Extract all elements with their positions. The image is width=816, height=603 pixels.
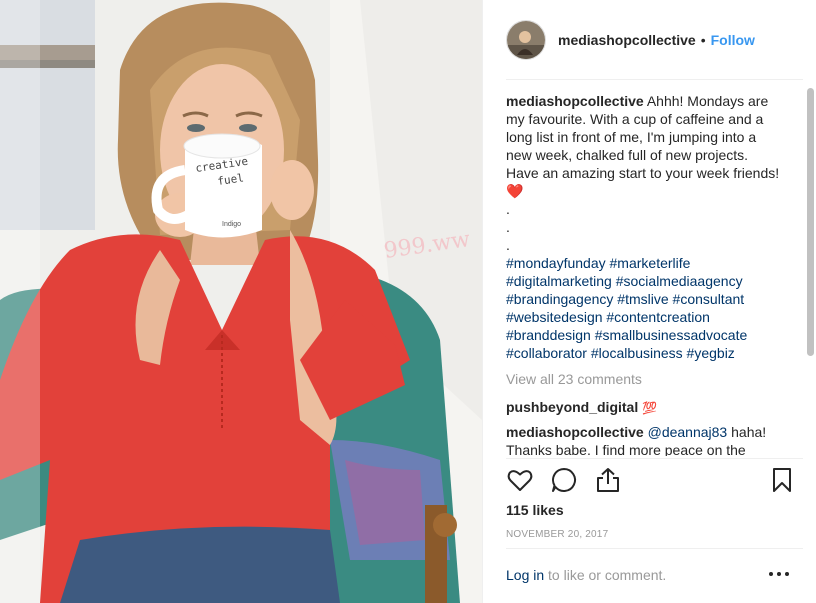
comment-username[interactable]: pushbeyond_digital xyxy=(506,399,638,415)
login-suffix: to like or comment. xyxy=(544,567,667,583)
red-heart-emoji: ❤️ xyxy=(506,183,524,199)
hashtag-line[interactable]: #digitalmarketing #socialmediaagency xyxy=(506,272,782,290)
comment-username[interactable]: mediashopcollective xyxy=(506,424,644,440)
mug-logo: Indigo xyxy=(222,221,241,228)
photo-illustration: 999.ww creative fuel Indigo xyxy=(0,0,482,603)
hashtag-line[interactable]: #mondayfunday #marketerlife xyxy=(506,254,782,272)
more-options-icon[interactable] xyxy=(767,566,791,582)
post-detail-panel: mediashopcollective • Follow mediashopco… xyxy=(482,0,816,603)
hashtag-line[interactable]: #websitedesign #contentcreation xyxy=(506,308,782,326)
comment-item: pushbeyond_digital 💯 xyxy=(506,398,782,417)
login-link[interactable]: Log in xyxy=(506,567,544,583)
comment-bubble-icon[interactable] xyxy=(550,466,578,494)
hashtag-line[interactable]: #collaborator #localbusiness #yegbiz xyxy=(506,344,782,362)
caption: mediashopcollective Ahhh! Mondays are my… xyxy=(506,92,782,362)
caption-dot-1: . xyxy=(506,201,510,217)
post-photo[interactable]: 999.ww creative fuel Indigo xyxy=(0,0,482,603)
header-separator: • xyxy=(700,31,706,48)
avatar[interactable] xyxy=(506,19,546,60)
comments-section[interactable]: mediashopcollective Ahhh! Mondays are my… xyxy=(506,92,782,456)
heart-outline-icon[interactable] xyxy=(506,466,534,494)
header-username[interactable]: mediashopcollective xyxy=(558,32,696,48)
view-all-comments-link[interactable]: View all 23 comments xyxy=(506,370,782,388)
action-bar xyxy=(506,466,796,494)
likes-count[interactable]: 115 likes xyxy=(506,502,564,518)
caption-dot-3: . xyxy=(506,237,510,253)
caption-username[interactable]: mediashopcollective xyxy=(506,93,644,109)
comment-mention[interactable]: @deannaj83 xyxy=(648,424,728,440)
post-header: mediashopcollective • Follow xyxy=(483,0,816,79)
footer-divider xyxy=(506,548,803,549)
avatar-image xyxy=(507,20,545,59)
bookmark-icon[interactable] xyxy=(768,466,796,494)
comment-item: mediashopcollective @deannaj83 haha! Tha… xyxy=(506,423,782,456)
comments-scrollbar[interactable] xyxy=(807,86,814,452)
post-date[interactable]: NOVEMBER 20, 2017 xyxy=(506,529,608,540)
header-divider xyxy=(506,79,803,80)
login-prompt: Log in to like or comment. xyxy=(506,567,666,583)
hundred-points-emoji: 💯 xyxy=(642,401,658,415)
share-upload-icon[interactable] xyxy=(594,466,622,494)
follow-button[interactable]: Follow xyxy=(711,32,755,48)
more-dots-glyph xyxy=(769,572,789,576)
actions-divider xyxy=(506,458,803,459)
caption-dot-2: . xyxy=(506,219,510,235)
hashtag-line[interactable]: #brandingagency #tmslive #consultant xyxy=(506,290,782,308)
hashtag-line[interactable]: #branddesign #smallbusinessadvocate xyxy=(506,326,782,344)
scrollbar-thumb[interactable] xyxy=(807,88,814,356)
